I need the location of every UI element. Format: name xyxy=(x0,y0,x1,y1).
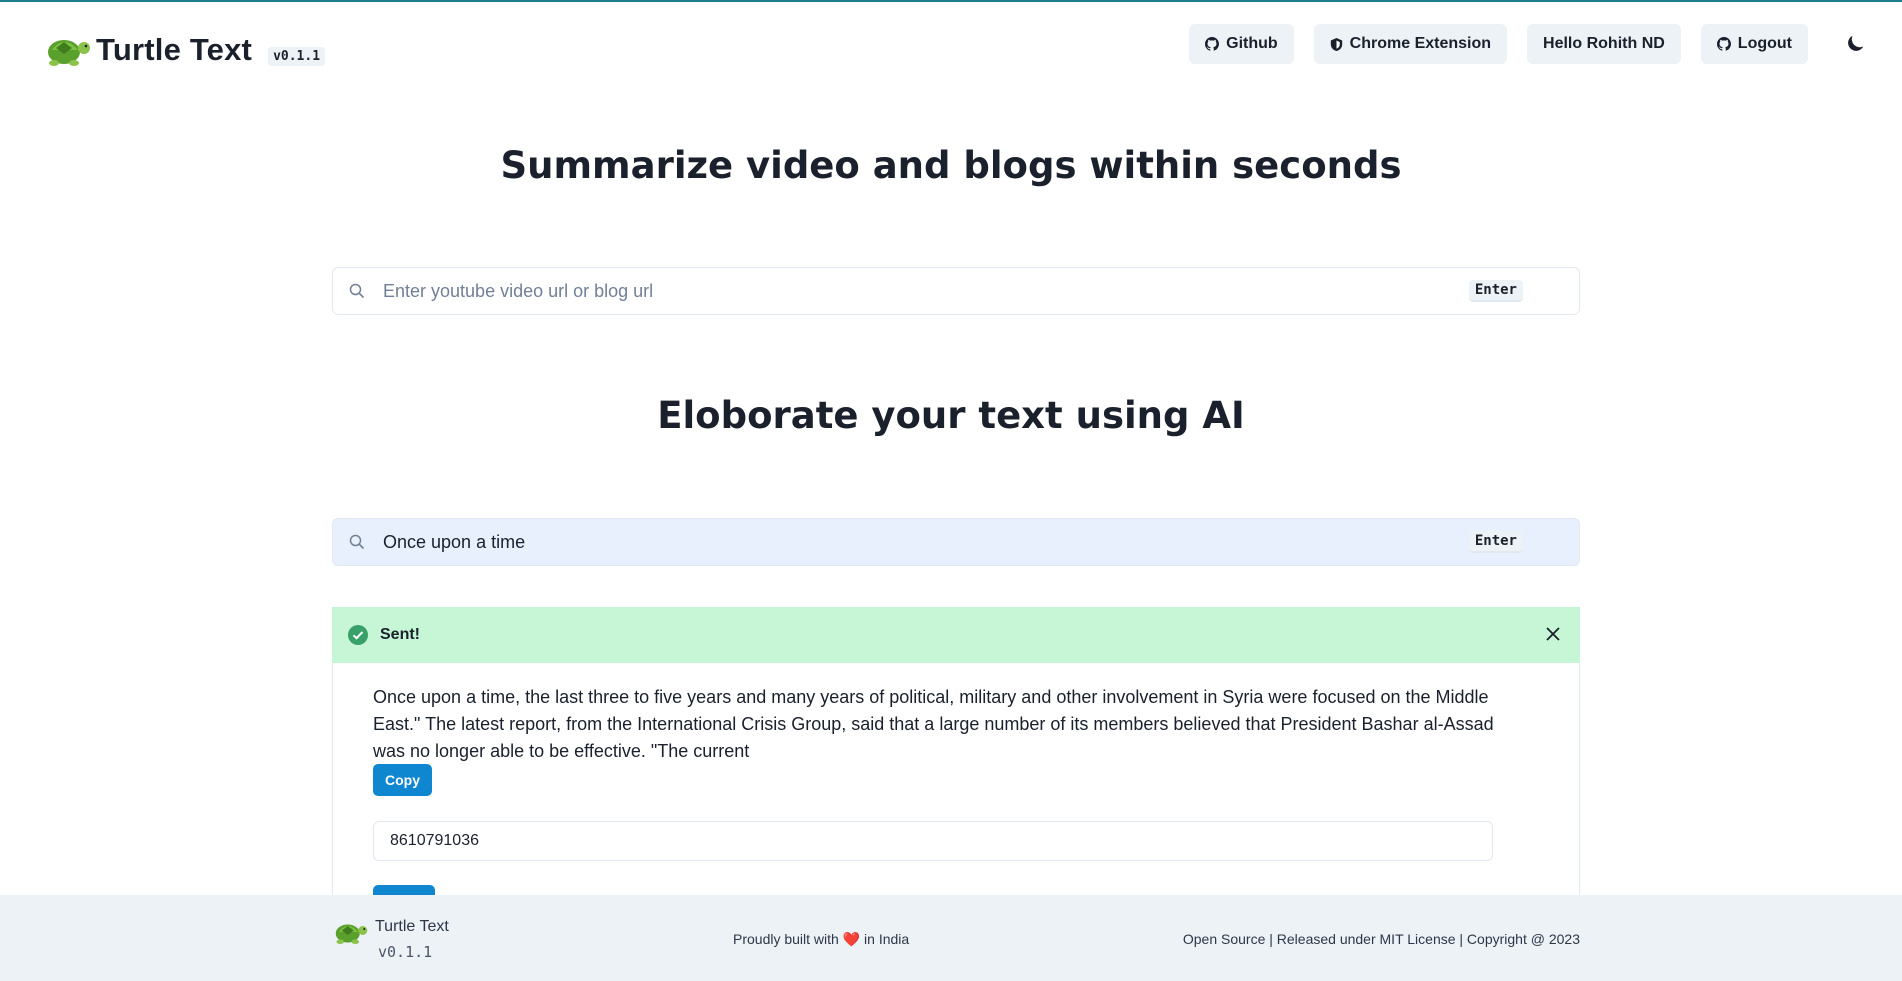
footer-license: Open Source | Released under MIT License… xyxy=(1182,931,1580,947)
result-card: Once upon a time, the last three to five… xyxy=(332,663,1580,903)
elaborate-heading: Eloborate your text using AI xyxy=(657,394,1245,437)
close-icon[interactable] xyxy=(1546,627,1560,641)
check-circle-icon xyxy=(348,625,368,645)
brand-name: Turtle Text xyxy=(96,32,253,67)
enter-key-hint: Enter xyxy=(1468,531,1523,553)
shield-icon xyxy=(1330,37,1342,51)
github-icon xyxy=(1716,37,1731,51)
footer-brand-name: Turtle Text xyxy=(375,918,449,935)
github-button[interactable]: Github xyxy=(1189,24,1294,64)
summarize-search-bar: Enter xyxy=(332,267,1580,315)
built-suffix: in India xyxy=(864,931,910,947)
enter-key-hint: Enter xyxy=(1468,280,1523,302)
elaborate-text-input[interactable] xyxy=(381,530,1469,554)
chrome-extension-label: Chrome Extension xyxy=(1349,35,1492,52)
turtle-logo-icon xyxy=(335,924,368,944)
footer: Turtle Text v0.1.1 Proudly built with ❤️… xyxy=(0,895,1902,981)
brand[interactable]: Turtle Text v0.1.1 xyxy=(42,30,326,70)
moon-icon[interactable] xyxy=(1846,33,1866,53)
summarize-url-input[interactable] xyxy=(381,279,1469,303)
copy-button[interactable]: Copy xyxy=(373,764,432,796)
user-greeting-button[interactable]: Hello Rohith ND xyxy=(1527,24,1681,64)
chrome-extension-button[interactable]: Chrome Extension xyxy=(1313,24,1508,64)
github-label: Github xyxy=(1226,35,1278,52)
top-nav: Github Chrome Extension Hello Rohith ND … xyxy=(1189,24,1808,64)
version-badge: v0.1.1 xyxy=(268,46,326,66)
search-icon xyxy=(349,534,365,550)
summarize-heading: Summarize video and blogs within seconds xyxy=(500,144,1402,187)
heart-icon: ❤️ xyxy=(842,931,861,947)
search-icon xyxy=(349,283,365,299)
logout-button[interactable]: Logout xyxy=(1700,24,1808,64)
turtle-logo-icon xyxy=(48,40,90,66)
result-text: Once upon a time, the last three to five… xyxy=(373,687,1494,761)
footer-built-with: Proudly built with ❤️ in India xyxy=(733,931,909,948)
alert-title: Sent! xyxy=(380,626,420,643)
elaborate-search-bar: Enter xyxy=(332,518,1580,566)
success-alert: Sent! xyxy=(332,607,1580,663)
github-icon xyxy=(1205,37,1220,51)
user-greeting-label: Hello Rohith ND xyxy=(1543,35,1665,52)
logout-label: Logout xyxy=(1737,35,1792,52)
phone-number-input[interactable] xyxy=(373,821,1493,861)
built-prefix: Proudly built with xyxy=(733,931,839,947)
footer-version: v0.1.1 xyxy=(378,943,433,961)
